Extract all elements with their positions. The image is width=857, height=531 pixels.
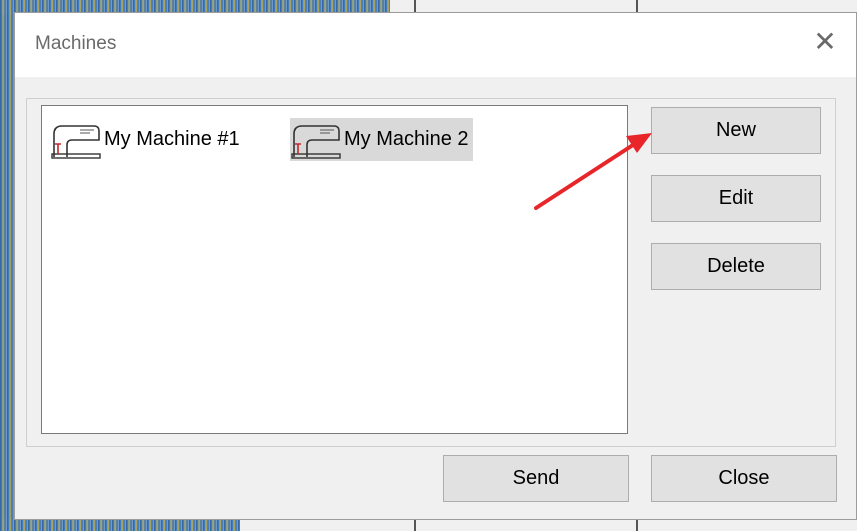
machine-list[interactable]: My Machine #1 My Machine 2	[41, 105, 628, 434]
background-strip-bottom	[0, 519, 857, 531]
list-item-my-machine-2[interactable]: My Machine 2	[290, 118, 473, 161]
close-icon[interactable]: ✕	[810, 27, 840, 57]
new-button[interactable]: New	[651, 107, 821, 154]
list-item-label: My Machine #1	[104, 128, 240, 150]
background-divider	[414, 519, 416, 531]
send-button[interactable]: Send	[443, 455, 629, 502]
edit-button[interactable]: Edit	[651, 175, 821, 222]
list-item-label: My Machine 2	[344, 128, 469, 150]
close-button[interactable]: Close	[651, 455, 837, 502]
sewing-machine-icon	[291, 124, 341, 159]
title-bar[interactable]: Machines ✕	[15, 13, 856, 77]
delete-button[interactable]: Delete	[651, 243, 821, 290]
sewing-machine-icon	[51, 124, 101, 159]
background-texture	[0, 519, 240, 531]
list-item-my-machine-1[interactable]: My Machine #1	[50, 118, 244, 161]
dialog-title: Machines	[35, 33, 117, 54]
background-divider	[636, 519, 638, 531]
machines-dialog: Machines ✕ My Machine #1 My Machine 2 Ne…	[14, 12, 857, 520]
